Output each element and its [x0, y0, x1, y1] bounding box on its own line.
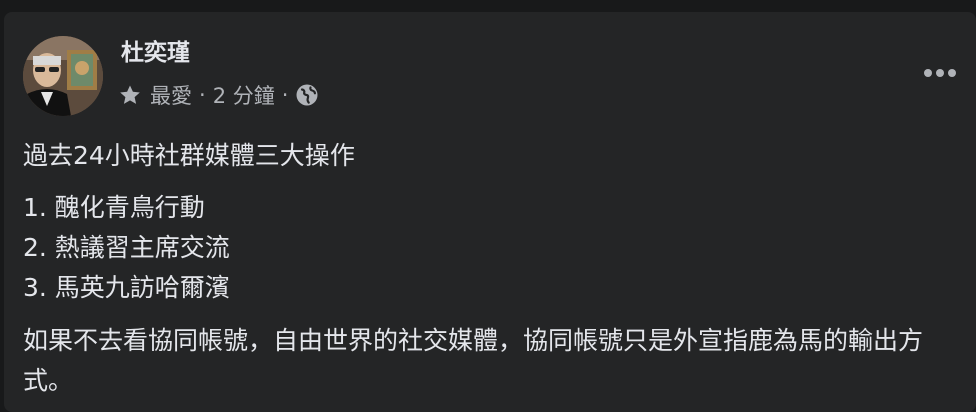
post-body: 過去24小時社群媒體三大操作 1. 醜化青鳥行動 2. 熱議習主席交流 3. 馬…	[23, 136, 963, 401]
globe-icon[interactable]	[295, 83, 319, 107]
post-paragraph: 過去24小時社群媒體三大操作	[23, 141, 355, 170]
post-meta: 最愛 · 2 分鐘 ·	[118, 80, 319, 110]
more-options-icon[interactable]	[920, 62, 960, 84]
post-timestamp[interactable]: 2 分鐘	[213, 80, 275, 110]
meta-separator: ·	[281, 83, 289, 107]
avatar-image	[23, 36, 103, 116]
meta-separator: ·	[199, 83, 206, 107]
list-item: 3. 馬英九訪哈爾濱	[23, 273, 230, 302]
list-item: 1. 醜化青鳥行動	[23, 193, 205, 222]
avatar[interactable]	[23, 36, 103, 116]
star-icon	[118, 83, 142, 107]
post-card: 杜奕瑾 最愛 · 2 分鐘 · 過去24小時社群媒體三大操作 1. 醜化青鳥行動…	[4, 12, 976, 412]
post-list: 1. 醜化青鳥行動 2. 熱議習主席交流 3. 馬英九訪哈爾濱	[23, 188, 963, 308]
audience-label[interactable]: 最愛	[150, 80, 192, 110]
list-item: 2. 熱議習主席交流	[23, 233, 230, 262]
author-name[interactable]: 杜奕瑾	[121, 38, 190, 68]
post-paragraph: 如果不去看協同帳號，自由世界的社交媒體，協同帳號只是外宣指鹿為馬的輸出方式。	[23, 326, 924, 395]
